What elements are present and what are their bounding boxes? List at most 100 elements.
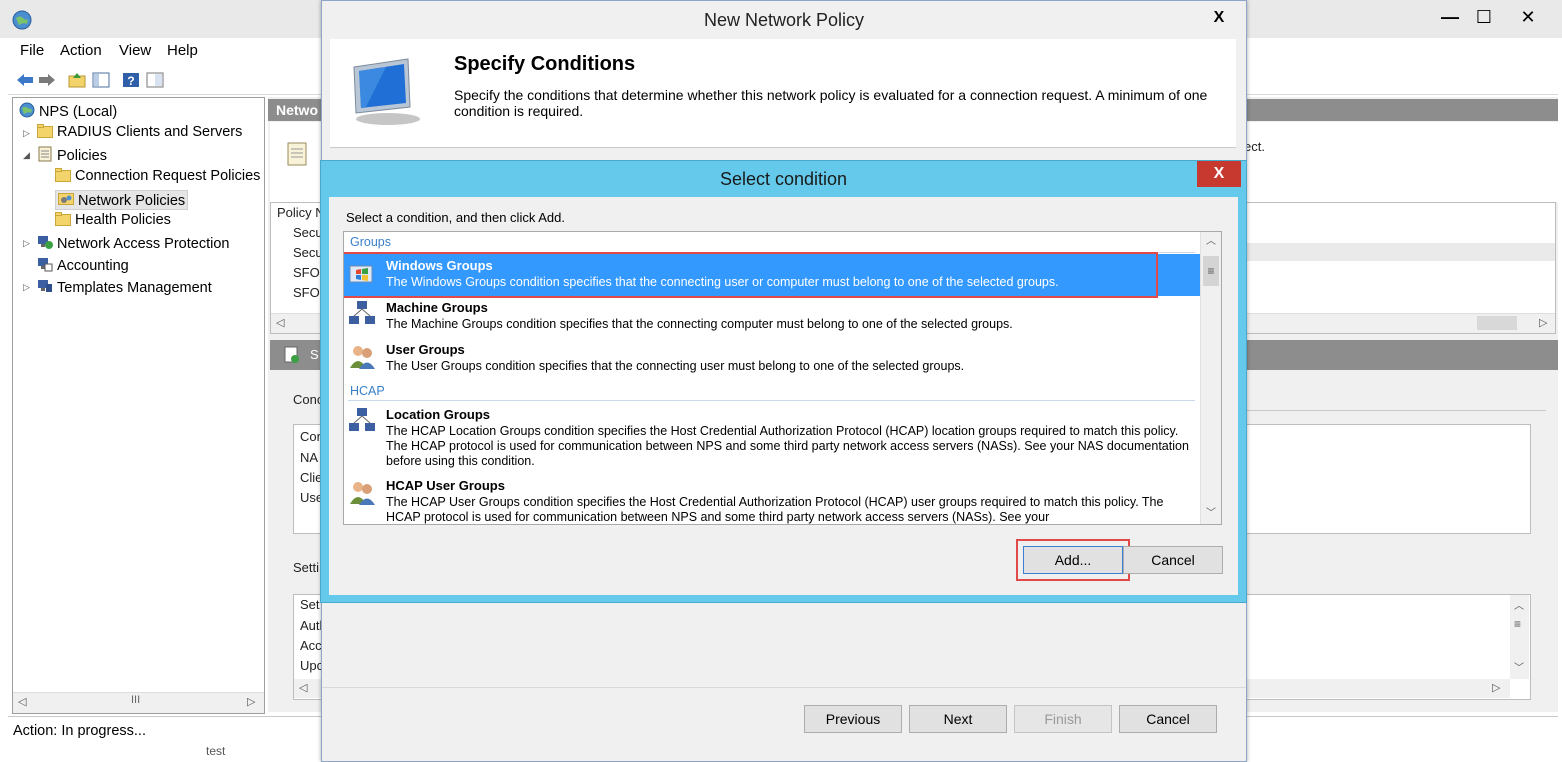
scroll-thumb-grip[interactable]: ≡ bbox=[1514, 617, 1521, 631]
condition-description: The HCAP User Groups condition specifies… bbox=[386, 495, 1164, 524]
policy-row[interactable]: SFO bbox=[293, 265, 320, 280]
tree-item-label: Accounting bbox=[57, 258, 129, 274]
settings-vscrollbar[interactable]: ︿ ≡ ﹀ bbox=[1510, 595, 1529, 679]
condition-description: The Windows Groups condition specifies t… bbox=[386, 275, 1059, 289]
results-info-text: ect. bbox=[1244, 139, 1265, 154]
tree-item-label: Network Policies bbox=[78, 193, 186, 209]
expand-arrow-icon[interactable]: ▷ bbox=[23, 128, 30, 139]
previous-button[interactable]: Previous bbox=[804, 705, 902, 733]
condition-item-machine-groups[interactable]: Machine Groups The Machine Groups conditi… bbox=[344, 296, 1200, 338]
dialog-cancel-button[interactable]: Cancel bbox=[1123, 546, 1223, 574]
properties-pane-icon[interactable] bbox=[146, 72, 164, 88]
scroll-right-arrow-icon[interactable]: ▷ bbox=[1492, 681, 1500, 694]
hcap-user-groups-icon bbox=[348, 478, 376, 506]
policy-name-column-header[interactable]: Policy N bbox=[277, 205, 325, 220]
menu-view[interactable]: View bbox=[119, 42, 151, 59]
globe-icon bbox=[19, 102, 35, 118]
scroll-up-arrow-icon[interactable]: ︿ bbox=[1201, 232, 1221, 252]
condition-title: HCAP User Groups bbox=[386, 478, 505, 493]
settings-row: Upc bbox=[300, 658, 324, 673]
machine-groups-icon bbox=[348, 300, 376, 328]
wizard-banner: Specify Conditions Specify the condition… bbox=[330, 39, 1236, 147]
templates-icon bbox=[37, 278, 53, 292]
tree-item-radius-clients-and-servers[interactable]: ▷ RADIUS Clients and Servers bbox=[23, 124, 242, 140]
scroll-down-arrow-icon[interactable]: ﹀ bbox=[1201, 504, 1221, 524]
scroll-thumb[interactable]: ≡ bbox=[1203, 256, 1219, 286]
tree-hscrollbar[interactable]: ◁ III ▷ bbox=[13, 692, 264, 713]
collapse-arrow-icon[interactable]: ◢ bbox=[23, 150, 30, 161]
scroll-thumb-grip[interactable]: III bbox=[131, 694, 140, 706]
scroll-right-arrow-icon[interactable]: ▷ bbox=[1539, 316, 1547, 329]
folder-icon bbox=[55, 168, 71, 182]
dialog-instruction: Select a condition, and then click Add. bbox=[346, 210, 565, 225]
finish-button[interactable]: Finish bbox=[1014, 705, 1112, 733]
tree-item-accounting[interactable]: Accounting bbox=[37, 256, 129, 274]
policy-row-highlight bbox=[1241, 243, 1555, 261]
back-arrow-icon[interactable] bbox=[16, 72, 34, 88]
dialog-titlebar: Select condition bbox=[321, 161, 1246, 197]
scroll-document-icon bbox=[287, 142, 307, 166]
dialog-close-button[interactable]: X bbox=[1197, 161, 1241, 187]
expand-arrow-icon[interactable]: ▷ bbox=[23, 238, 30, 249]
status-text: Action: In progress... bbox=[13, 723, 146, 739]
location-groups-icon bbox=[348, 407, 376, 435]
tree-item-templates-management[interactable]: ▷ Templates Management bbox=[23, 278, 212, 296]
help-icon[interactable]: ? bbox=[122, 72, 140, 88]
tree-item-nps-local-[interactable]: NPS (Local) bbox=[19, 102, 117, 120]
settings-row: Acc bbox=[300, 638, 322, 653]
maximize-button[interactable]: ☐ bbox=[1464, 4, 1504, 30]
policy-check-icon bbox=[284, 346, 299, 363]
details-header-text: S bbox=[310, 347, 319, 362]
condition-description: The Machine Groups condition specifies t… bbox=[386, 317, 1013, 331]
tree-item-network-access-protection[interactable]: ▷ Network Access Protection bbox=[23, 234, 229, 252]
monitor-icon bbox=[353, 58, 420, 125]
scroll-thumb[interactable] bbox=[1477, 316, 1517, 330]
condition-item-hcap-user-groups[interactable]: HCAP User Groups The HCAP User Groups con… bbox=[344, 474, 1200, 524]
menu-action[interactable]: Action bbox=[60, 42, 102, 59]
policy-row[interactable]: SFO bbox=[293, 285, 320, 300]
menu-file[interactable]: File bbox=[20, 42, 44, 59]
settings-row: Autl bbox=[300, 618, 323, 633]
settings-section-label: Setti bbox=[293, 560, 320, 575]
scroll-left-arrow-icon[interactable]: ◁ bbox=[276, 316, 284, 329]
section-divider bbox=[1246, 410, 1546, 411]
wizard-cancel-button[interactable]: Cancel bbox=[1119, 705, 1217, 733]
group-divider bbox=[348, 252, 1195, 253]
windows-groups-icon bbox=[348, 258, 376, 286]
tree-item-network-policies[interactable]: Network Policies bbox=[55, 190, 189, 210]
tree-item-label: Health Policies bbox=[75, 212, 171, 228]
scroll-up-arrow-icon[interactable]: ︿ bbox=[1514, 597, 1524, 612]
wizard-titlebar: New Network Policy bbox=[322, 1, 1246, 39]
forward-arrow-icon[interactable] bbox=[38, 72, 56, 88]
tree-item-connection-request-policies[interactable]: Connection Request Policies bbox=[55, 168, 260, 184]
policy-row[interactable]: Secu bbox=[293, 225, 323, 240]
folder-icon bbox=[37, 124, 53, 138]
condition-item-windows-groups[interactable]: Windows Groups The Windows Groups conditi… bbox=[344, 254, 1200, 296]
condition-item-location-groups[interactable]: Location Groups The HCAP Location Groups … bbox=[344, 403, 1200, 474]
expand-arrow-icon[interactable]: ▷ bbox=[23, 282, 30, 293]
policy-row[interactable]: Secu bbox=[293, 245, 323, 260]
up-folder-icon[interactable] bbox=[68, 72, 86, 88]
scroll-right-arrow-icon[interactable]: ▷ bbox=[247, 695, 255, 708]
condition-list[interactable]: Groups Windows Groups The Windows Groups c… bbox=[343, 231, 1222, 525]
add-button[interactable]: Add... bbox=[1016, 539, 1130, 581]
condition-list-vscrollbar[interactable]: ︿ ≡ ﹀ bbox=[1200, 232, 1221, 524]
select-condition-dialog: Select condition X Select a condition, a… bbox=[320, 160, 1247, 603]
close-button[interactable]: ✕ bbox=[1508, 4, 1548, 30]
page-description: Specify the conditions that determine wh… bbox=[454, 87, 1208, 119]
condition-title: Location Groups bbox=[386, 407, 490, 422]
tree-item-policies[interactable]: ◢ Policies bbox=[23, 146, 107, 164]
show-hide-tree-icon[interactable] bbox=[92, 72, 110, 88]
scroll-down-arrow-icon[interactable]: ﹀ bbox=[1514, 659, 1524, 674]
accounting-icon bbox=[37, 256, 53, 272]
network-policy-icon bbox=[58, 191, 74, 205]
next-button[interactable]: Next bbox=[909, 705, 1007, 733]
tree-item-label: NPS (Local) bbox=[39, 104, 118, 120]
tree-item-health-policies[interactable]: Health Policies bbox=[55, 212, 171, 228]
tree-item-label: Templates Management bbox=[57, 280, 212, 296]
scroll-left-arrow-icon[interactable]: ◁ bbox=[299, 681, 307, 694]
wizard-close-button[interactable]: X bbox=[1197, 5, 1241, 31]
menu-help[interactable]: Help bbox=[167, 42, 198, 59]
scroll-left-arrow-icon[interactable]: ◁ bbox=[18, 695, 26, 708]
condition-item-user-groups[interactable]: User Groups The User Groups condition spe… bbox=[344, 338, 1200, 380]
